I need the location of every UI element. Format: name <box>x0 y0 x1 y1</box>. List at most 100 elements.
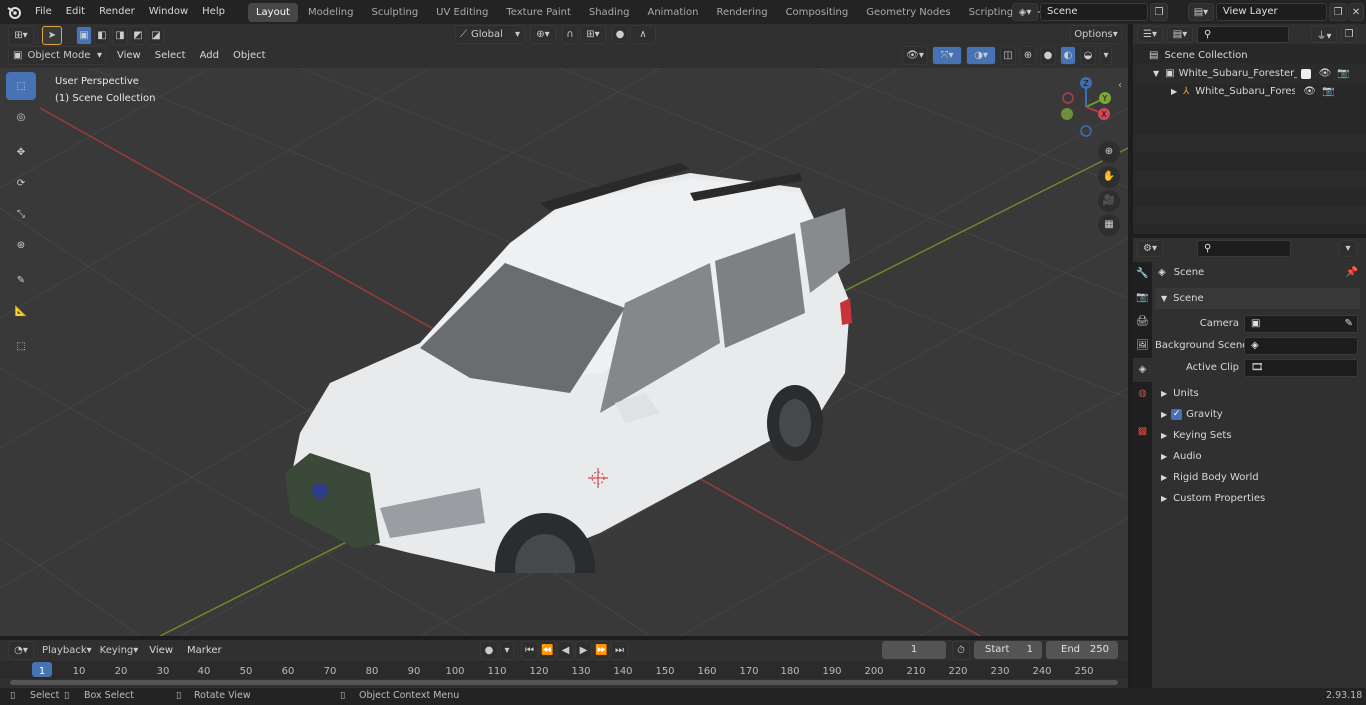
viewport-menu-select[interactable]: Select <box>148 46 193 65</box>
shading-rendered-icon[interactable]: ◒ <box>1080 46 1096 65</box>
tab-animation[interactable]: Animation <box>640 3 707 22</box>
tab-uv-editing[interactable]: UV Editing <box>428 3 496 22</box>
pivot-point-icon[interactable]: ⊕▾ <box>530 25 556 44</box>
view-layer-tab-icon[interactable]: 🖼 <box>1133 334 1152 358</box>
snap-icon[interactable]: ∩ <box>562 25 578 44</box>
auto-key-options-icon[interactable]: ▾ <box>500 641 514 660</box>
rotate-tool-icon[interactable]: ⟳ <box>6 169 36 197</box>
camera-render-icon[interactable]: 📷 <box>1322 86 1334 97</box>
outliner-display-mode-icon[interactable]: ▤▾ <box>1167 25 1193 43</box>
view-layer-name-field[interactable]: View Layer <box>1215 3 1328 21</box>
render-tab-icon[interactable]: 📷 <box>1133 286 1152 310</box>
properties-options-icon[interactable]: ▾ <box>1339 239 1357 257</box>
mode-extend-icon[interactable]: ◧ <box>94 26 110 45</box>
car-model[interactable] <box>270 153 870 573</box>
view-layer-browse-icon[interactable]: ▤▾ <box>1188 3 1214 21</box>
jump-keyframe-back-icon[interactable]: ⏪ <box>539 641 556 660</box>
eye-icon[interactable]: 👁 <box>1303 86 1316 97</box>
new-collection-icon[interactable]: ❐ <box>1341 25 1357 43</box>
sidebar-toggle-chevron-icon[interactable]: ‹ <box>1118 80 1122 91</box>
timeline-editor-type-icon[interactable]: ◔▾ <box>8 641 34 660</box>
camera-render-icon[interactable]: 📷 <box>1337 68 1349 79</box>
play-icon[interactable]: ▶ <box>575 641 592 660</box>
play-reverse-icon[interactable]: ◀ <box>557 641 574 660</box>
active-clip-field[interactable]: 🎞 <box>1244 358 1358 377</box>
timeline-menu-marker[interactable]: Marker <box>180 641 229 660</box>
visibility-icon[interactable]: 👁▾ <box>902 46 928 65</box>
menu-edit[interactable]: Edit <box>59 0 92 24</box>
select-box-tool-icon[interactable]: ⬚ <box>6 72 36 100</box>
tool-tab-icon[interactable]: 🔧 <box>1133 262 1152 286</box>
measure-tool-icon[interactable]: 📐 <box>6 297 36 325</box>
tab-layout[interactable]: Layout <box>247 2 298 22</box>
section-scene-header[interactable]: ▼ Scene <box>1155 288 1360 309</box>
panel-keying-sets[interactable]: ▶ Keying Sets <box>1155 425 1360 446</box>
snap-target-icon[interactable]: ⊞▾ <box>580 25 606 44</box>
menu-file[interactable]: File <box>28 0 59 24</box>
start-frame-field[interactable]: Start 1 <box>974 641 1042 659</box>
panel-audio[interactable]: ▶ Audio <box>1155 446 1360 467</box>
pan-hand-icon[interactable]: ✋ <box>1098 166 1120 188</box>
stopwatch-icon[interactable]: ⏱ <box>952 641 970 660</box>
select-tool-icon[interactable]: ➤ <box>42 26 62 45</box>
view-layer-remove-icon[interactable]: ✕ <box>1348 3 1364 21</box>
view-layer-selector[interactable]: ▤▾ View Layer ❐ ✕ <box>1188 2 1364 22</box>
jump-end-icon[interactable]: ⏭ <box>611 641 628 660</box>
axis-gizmo-icon[interactable]: Z Y X <box>1055 76 1117 138</box>
tab-sculpting[interactable]: Sculpting <box>363 3 426 22</box>
checkbox-icon[interactable] <box>1300 68 1311 79</box>
outliner-editor-type-icon[interactable]: ☰▾ <box>1137 25 1163 43</box>
current-frame-field[interactable]: 1 <box>882 641 946 659</box>
falloff-icon[interactable]: ∧ <box>630 25 656 44</box>
scene-copy-icon[interactable]: ❐ <box>1150 3 1168 21</box>
record-icon[interactable]: ● <box>480 641 498 660</box>
tab-shading[interactable]: Shading <box>581 3 638 22</box>
gravity-checkbox-icon[interactable]: ✓ <box>1171 409 1183 420</box>
menu-window[interactable]: Window <box>142 0 195 24</box>
tab-rendering[interactable]: Rendering <box>708 3 775 22</box>
gizmo-toggle-icon[interactable]: ⤧▾ <box>932 46 962 65</box>
3d-viewport[interactable]: User Perspective (1) Scene Collection Z … <box>0 68 1128 636</box>
timeline-menu-playback[interactable]: Playback ▾ <box>38 641 96 660</box>
outliner-search-input[interactable]: ⚲ <box>1197 25 1289 43</box>
viewport-menu-object[interactable]: Object <box>226 46 273 65</box>
timeline-scrollbar[interactable] <box>10 680 1118 685</box>
mode-intersect-icon[interactable]: ◪ <box>148 26 164 45</box>
tab-modeling[interactable]: Modeling <box>300 3 362 22</box>
mode-new-icon[interactable]: ▣ <box>76 26 92 45</box>
shading-solid-icon[interactable]: ● <box>1040 46 1056 65</box>
proportional-edit-icon[interactable]: ● <box>612 25 628 44</box>
selection-modes[interactable]: ▣ ◧ ◨ ◩ ◪ <box>76 26 164 45</box>
overlay-toggle-icon[interactable]: ◑▾ <box>966 46 996 65</box>
eye-icon[interactable]: 👁 <box>1319 68 1332 79</box>
add-cube-tool-icon[interactable]: ⬚ <box>6 332 36 360</box>
navigation-gizmo[interactable]: Z Y X <box>1055 76 1117 138</box>
camera-view-icon[interactable]: 🎥 <box>1098 190 1120 212</box>
view-layer-copy-icon[interactable]: ❐ <box>1329 3 1348 21</box>
xray-icon[interactable]: ◫ <box>1000 46 1016 65</box>
jump-start-icon[interactable]: ⏮ <box>521 641 538 660</box>
options-dropdown[interactable]: Options ▾ <box>1070 25 1122 44</box>
camera-field[interactable]: ▣ ✎ <box>1244 314 1358 333</box>
world-tab-icon[interactable]: ◍ <box>1133 382 1152 406</box>
annotate-tool-icon[interactable]: ✎ <box>6 266 36 294</box>
shading-wireframe-icon[interactable]: ⊕ <box>1020 46 1036 65</box>
properties-editor-type-icon[interactable]: ⚙▾ <box>1137 239 1163 257</box>
scene-name-field[interactable]: Scene <box>1040 3 1148 21</box>
mode-subtract-icon[interactable]: ◨ <box>112 26 128 45</box>
menu-help[interactable]: Help <box>195 0 232 24</box>
tab-geometry-nodes[interactable]: Geometry Nodes <box>858 3 958 22</box>
scene-browse-icon[interactable]: ◈▾ <box>1012 3 1038 21</box>
tab-compositing[interactable]: Compositing <box>778 3 857 22</box>
pin-icon[interactable]: 📌 <box>1346 267 1358 278</box>
panel-custom-properties[interactable]: ▶ Custom Properties <box>1155 488 1360 509</box>
scene-tab-icon[interactable]: ◈ <box>1133 358 1152 382</box>
timeline-menu-view[interactable]: View <box>142 641 180 660</box>
transform-orientation-dropdown[interactable]: ⟋ Global ▾ <box>455 25 525 44</box>
jump-keyframe-forward-icon[interactable]: ⏩ <box>593 641 610 660</box>
timeline-menu-keying[interactable]: Keying ▾ <box>96 641 143 660</box>
filter-icon[interactable]: ⏚▾ <box>1311 25 1337 43</box>
scale-tool-icon[interactable]: ⤡ <box>6 200 36 228</box>
tab-texture-paint[interactable]: Texture Paint <box>498 3 579 22</box>
properties-search-input[interactable]: ⚲ <box>1197 239 1291 257</box>
